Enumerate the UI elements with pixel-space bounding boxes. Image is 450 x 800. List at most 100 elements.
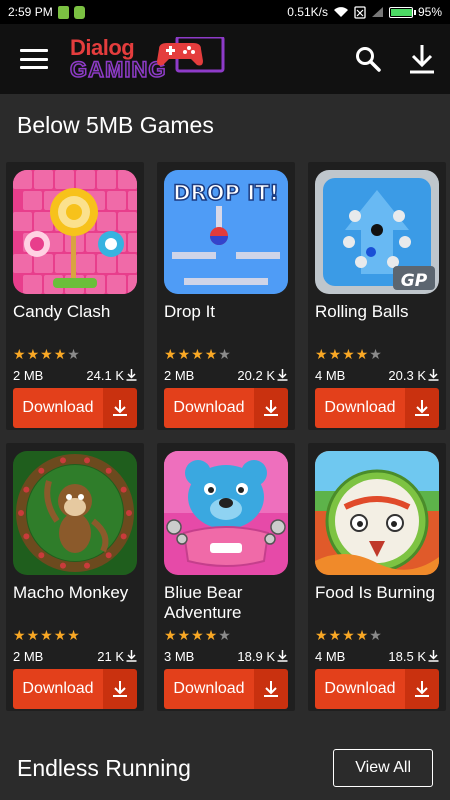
food-is-burning-thumbnail[interactable]: [315, 451, 439, 575]
rating-stars: ★ ★ ★ ★ ★: [164, 627, 288, 643]
star-icon: ★: [369, 346, 382, 362]
star-icon: ★: [177, 346, 191, 362]
download-arrow-icon: [103, 669, 137, 709]
download-count-icon: [277, 369, 288, 381]
star-icon: ★: [67, 627, 80, 643]
download-count-value: 18.5 K: [388, 648, 426, 664]
games-grid: Candy Clash ★ ★ ★ ★ ★ 2 MB 24.1 K Download D…: [0, 156, 450, 711]
download-button[interactable]: Download: [315, 388, 439, 428]
download-button[interactable]: Download: [315, 669, 439, 709]
download-button[interactable]: Download: [164, 388, 288, 428]
star-icon: ★: [342, 627, 355, 643]
download-arrow-icon: [103, 388, 137, 428]
download-count: 18.9 K: [237, 649, 288, 664]
star-icon: ★: [164, 627, 177, 643]
download-count: 20.2 K: [237, 368, 288, 383]
star-icon: ★: [53, 627, 67, 643]
star-icon: ★: [164, 346, 177, 362]
game-meta: 2 MB 21 K: [13, 648, 137, 664]
download-arrow-icon: [405, 669, 439, 709]
game-card-drop-it[interactable]: DROP IT! Drop It ★ ★ ★ ★ ★ 2 MB 20.2 K Downl…: [157, 162, 295, 430]
signal-icon: [371, 7, 383, 17]
game-size: 2 MB: [164, 367, 195, 383]
download-count-value: 20.2 K: [237, 367, 275, 383]
svg-text:GP: GP: [401, 271, 428, 291]
star-icon: ★: [13, 627, 26, 643]
app-logo: Dialog GAMING: [69, 29, 354, 89]
download-button-label: Download: [315, 669, 405, 709]
wifi-icon: [333, 7, 348, 17]
download-button-label: Download: [164, 388, 254, 428]
status-bar: 2:59 PM 0.51K/s 95%: [0, 0, 450, 24]
star-icon: ★: [40, 627, 53, 643]
game-card-rolling-balls[interactable]: GP Rolling Balls ★ ★ ★ ★ ★ 4 MB 20.3 K Downl…: [308, 162, 446, 430]
download-arrow-icon: [254, 388, 288, 428]
download-button[interactable]: Download: [13, 388, 137, 428]
star-icon: ★: [218, 346, 231, 362]
download-count: 21 K: [97, 649, 137, 664]
game-size: 2 MB: [13, 648, 44, 664]
search-icon[interactable]: [354, 45, 382, 73]
star-icon: ★: [342, 346, 355, 362]
download-count-icon: [277, 650, 288, 662]
download-button-label: Download: [164, 669, 254, 709]
logo-text-gaming: GAMING: [69, 57, 167, 82]
game-name: Rolling Balls: [315, 302, 409, 321]
game-name: Drop It: [164, 302, 216, 321]
game-card-bliue-bear-adventure[interactable]: Bliue Bear Adventure ★ ★ ★ ★ ★ 3 MB 18.9 K D…: [157, 443, 295, 711]
star-icon: ★: [26, 627, 40, 643]
section-title: Below 5MB Games: [17, 111, 214, 138]
game-meta: 3 MB 18.9 K: [164, 648, 288, 664]
star-icon: ★: [191, 627, 204, 643]
star-icon: ★: [315, 346, 328, 362]
download-count-value: 18.9 K: [237, 648, 275, 664]
download-count-icon: [428, 650, 439, 662]
download-count-icon: [428, 369, 439, 381]
download-arrow-icon: [405, 388, 439, 428]
svg-text:DROP IT!: DROP IT!: [173, 181, 279, 205]
section-header-below-5mb: Below 5MB Games: [0, 94, 450, 156]
star-icon: ★: [369, 627, 382, 643]
battery-percent: 95%: [417, 5, 442, 19]
rolling-balls-thumbnail[interactable]: GP: [315, 170, 439, 294]
game-card-food-is-burning[interactable]: Food Is Burning ★ ★ ★ ★ ★ 4 MB 18.5 K Downlo…: [308, 443, 446, 711]
macho-monkey-thumbnail[interactable]: [13, 451, 137, 575]
drop-it-thumbnail[interactable]: DROP IT!: [164, 170, 288, 294]
menu-icon[interactable]: [20, 49, 48, 69]
downloads-icon[interactable]: [408, 45, 436, 74]
app-bar: Dialog GAMING: [0, 24, 450, 94]
game-name: Candy Clash: [13, 302, 111, 321]
network-speed: 0.51K/s: [287, 5, 328, 19]
candy-clash-thumbnail[interactable]: [13, 170, 137, 294]
view-all-button[interactable]: View All: [333, 749, 433, 787]
star-icon: ★: [26, 346, 40, 362]
section-title: Endless Running: [17, 754, 191, 781]
notification-android-icon: [73, 5, 85, 19]
download-button[interactable]: Download: [164, 669, 288, 709]
game-size: 3 MB: [164, 648, 195, 664]
rating-stars: ★ ★ ★ ★ ★: [315, 627, 439, 643]
star-icon: ★: [177, 627, 191, 643]
star-icon: ★: [315, 627, 328, 643]
star-icon: ★: [67, 346, 80, 362]
star-icon: ★: [328, 627, 342, 643]
blue-bear-thumbnail[interactable]: [164, 451, 288, 575]
star-icon: ★: [204, 346, 218, 362]
status-time: 2:59 PM: [8, 5, 53, 19]
star-icon: ★: [355, 346, 369, 362]
star-icon: ★: [218, 627, 231, 643]
game-meta: 4 MB 18.5 K: [315, 648, 439, 664]
download-count-icon: [126, 369, 137, 381]
star-icon: ★: [328, 346, 342, 362]
rating-stars: ★ ★ ★ ★ ★: [315, 346, 439, 362]
game-card-candy-clash[interactable]: Candy Clash ★ ★ ★ ★ ★ 2 MB 24.1 K Download: [6, 162, 144, 430]
star-icon: ★: [191, 346, 204, 362]
battery-icon: [388, 6, 416, 18]
star-icon: ★: [355, 627, 369, 643]
download-count-value: 20.3 K: [388, 367, 426, 383]
download-button[interactable]: Download: [13, 669, 137, 709]
download-count-value: 24.1 K: [86, 367, 124, 383]
star-icon: ★: [13, 346, 26, 362]
download-button-label: Download: [13, 669, 103, 709]
game-card-macho-monkey[interactable]: Macho Monkey ★ ★ ★ ★ ★ 2 MB 21 K Download: [6, 443, 144, 711]
